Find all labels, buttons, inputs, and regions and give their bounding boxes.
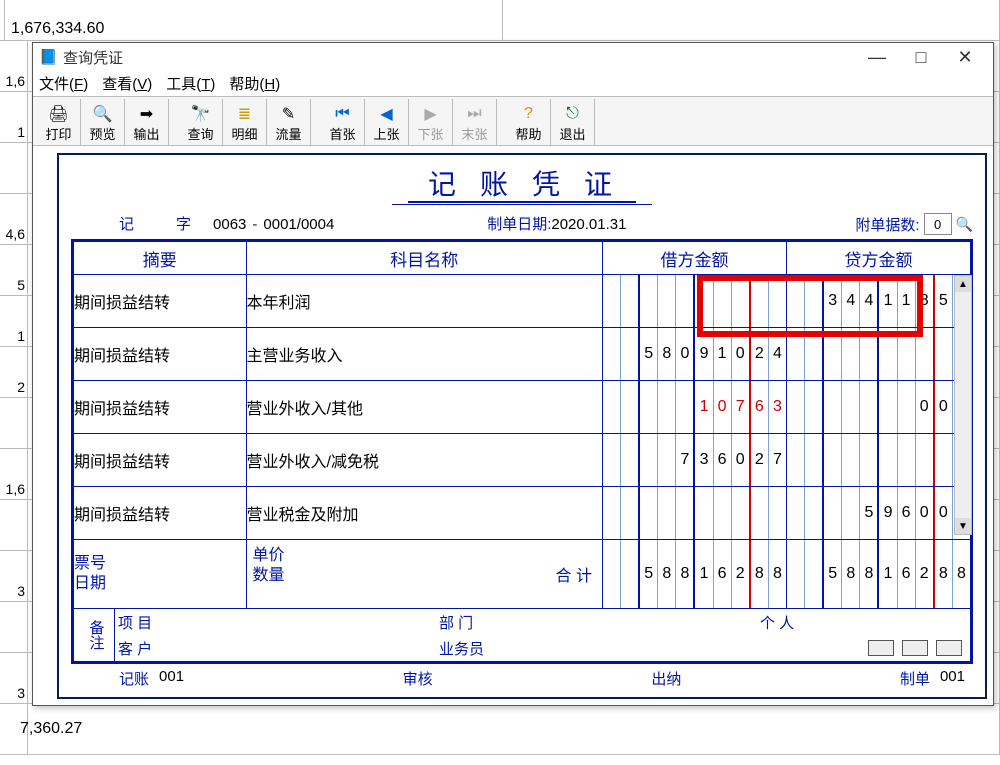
voucher-window: 📘 查询凭证 — □ ✕ 文件(F) 查看(V) 工具(T) 帮助(H) 🖨打印… — [32, 42, 994, 706]
app-icon: 📘 — [39, 48, 57, 66]
mini-icon-1[interactable] — [868, 640, 894, 656]
mini-icon-3[interactable] — [936, 640, 962, 656]
scroll-up-icon[interactable]: ▲ — [955, 276, 971, 292]
toolbar: 🖨打印 🔍预览 ➡输出 🔭查询 ≣明细 ✎流量 ⏮首张 ◀上张 ▶下张 ⏭末张 … — [33, 96, 993, 146]
th-credit: 贷方金额 — [787, 242, 971, 275]
first-icon: ⏮ — [332, 104, 354, 124]
subject-cell[interactable]: 主营业务收入 — [246, 328, 603, 381]
exit-icon: ⎋ — [562, 104, 584, 124]
th-subject: 科目名称 — [246, 242, 603, 275]
credit-cell[interactable] — [787, 328, 971, 381]
menu-tools[interactable]: 工具(T) — [166, 73, 215, 94]
maximize-button[interactable]: □ — [899, 44, 943, 70]
tb-help[interactable]: ?帮助 — [507, 99, 551, 145]
summary-cell[interactable]: 期间损益结转 — [74, 434, 247, 487]
titlebar[interactable]: 📘 查询凭证 — □ ✕ — [33, 43, 993, 71]
summary-cell[interactable]: 期间损益结转 — [74, 381, 247, 434]
voucher-row[interactable]: 期间损益结转营业外收入/减免税736027 — [74, 434, 971, 487]
flow-icon: ✎ — [278, 104, 300, 124]
th-summary: 摘要 — [74, 242, 247, 275]
summary-cell[interactable]: 期间损益结转 — [74, 328, 247, 381]
debit-cell[interactable]: 58091024 — [603, 328, 787, 381]
total-row: 票号 日期 单价 数量 合 计 58816288 58816 — [74, 540, 971, 609]
list-icon: ≣ — [234, 104, 256, 124]
bg-top-value: 1,676,334.60 — [5, 0, 503, 40]
binoculars-icon: 🔭 — [190, 104, 212, 124]
debit-cell[interactable] — [603, 487, 787, 540]
menu-file[interactable]: 文件(F) — [39, 73, 88, 94]
tb-preview[interactable]: 🔍预览 — [81, 99, 125, 145]
credit-cell[interactable]: 34411853 — [787, 275, 971, 328]
doc-meta: 记 字 0063 - 0001/0004 制单日期:2020.01.31 附单据… — [59, 207, 985, 239]
voucher-document: 记账凭证 记 字 0063 - 0001/0004 制单日期:2020.01.3… — [57, 153, 987, 699]
tb-query[interactable]: 🔭查询 — [179, 99, 223, 145]
subject-cell[interactable]: 本年利润 — [246, 275, 603, 328]
prev-icon: ◀ — [376, 104, 398, 124]
window-title: 查询凭证 — [63, 47, 855, 68]
minimize-button[interactable]: — — [855, 44, 899, 70]
total-credit: 58816288 — [787, 540, 971, 609]
tb-prev[interactable]: ◀上张 — [365, 99, 409, 145]
subject-cell[interactable]: 营业外收入/其他 — [246, 381, 603, 434]
menu-help[interactable]: 帮助(H) — [229, 73, 280, 94]
magnifier-icon[interactable]: 🔍 — [956, 216, 973, 233]
close-button[interactable]: ✕ — [943, 44, 987, 70]
summary-cell[interactable]: 期间损益结转 — [74, 487, 247, 540]
total-label: 合 计 — [556, 562, 592, 586]
remarks-row: 备注 项 目 部 门 个 人 客 户 业务员 — [74, 609, 971, 662]
remarks-label: 备注 — [78, 609, 115, 661]
tb-first[interactable]: ⏮首张 — [321, 99, 365, 145]
doc-footer: 记账001 审核 出纳 制单001 — [59, 664, 985, 693]
attach-count-input[interactable] — [924, 213, 952, 235]
voucher-row[interactable]: 期间损益结转营业外收入/其他10763000 — [74, 381, 971, 434]
debit-cell[interactable]: 10763 — [603, 381, 787, 434]
credit-cell[interactable]: 596007 — [787, 487, 971, 540]
preview-icon: 🔍 — [92, 104, 114, 124]
subject-cell[interactable]: 营业外收入/减免税 — [246, 434, 603, 487]
tb-exit[interactable]: ⎋退出 — [551, 99, 595, 145]
th-debit: 借方金额 — [603, 242, 787, 275]
tb-next: ▶下张 — [409, 99, 453, 145]
summary-cell[interactable]: 期间损益结转 — [74, 275, 247, 328]
total-debit: 58816288 — [603, 540, 787, 609]
scroll-down-icon[interactable]: ▼ — [955, 518, 971, 534]
voucher-table: 摘要 科目名称 借方金额 贷方金额 期间损益结转本年利润34411853期间损益… — [71, 239, 973, 664]
voucher-row[interactable]: 期间损益结转主营业务收入58091024 — [74, 328, 971, 381]
menubar: 文件(F) 查看(V) 工具(T) 帮助(H) — [33, 71, 993, 96]
doc-title: 记账凭证 — [59, 155, 985, 207]
subject-cell[interactable]: 营业税金及附加 — [246, 487, 603, 540]
mini-icon-2[interactable] — [902, 640, 928, 656]
voucher-row[interactable]: 期间损益结转本年利润 34411853 — [74, 275, 971, 328]
export-icon: ➡ — [136, 104, 158, 124]
tb-print[interactable]: 🖨打印 — [37, 99, 81, 145]
credit-cell[interactable]: 000 — [787, 381, 971, 434]
remarks-icons[interactable] — [826, 635, 966, 661]
bg-bottom-value: 7,360.27 — [20, 720, 82, 738]
menu-view[interactable]: 查看(V) — [102, 73, 152, 94]
voucher-scrollbar[interactable]: ▲ ▼ — [954, 275, 972, 535]
credit-cell[interactable] — [787, 434, 971, 487]
tb-flow[interactable]: ✎流量 — [267, 99, 311, 145]
tb-export[interactable]: ➡输出 — [125, 99, 169, 145]
debit-cell[interactable]: 736027 — [603, 434, 787, 487]
voucher-row[interactable]: 期间损益结转营业税金及附加 596007 — [74, 487, 971, 540]
last-icon: ⏭ — [464, 104, 486, 124]
tb-detail[interactable]: ≣明细 — [223, 99, 267, 145]
debit-cell[interactable] — [603, 275, 787, 328]
next-icon: ▶ — [420, 104, 442, 124]
total-left: 票号 日期 — [74, 540, 247, 609]
printer-icon: 🖨 — [48, 104, 70, 124]
tb-last: ⏭末张 — [453, 99, 497, 145]
help-icon: ? — [518, 104, 540, 124]
